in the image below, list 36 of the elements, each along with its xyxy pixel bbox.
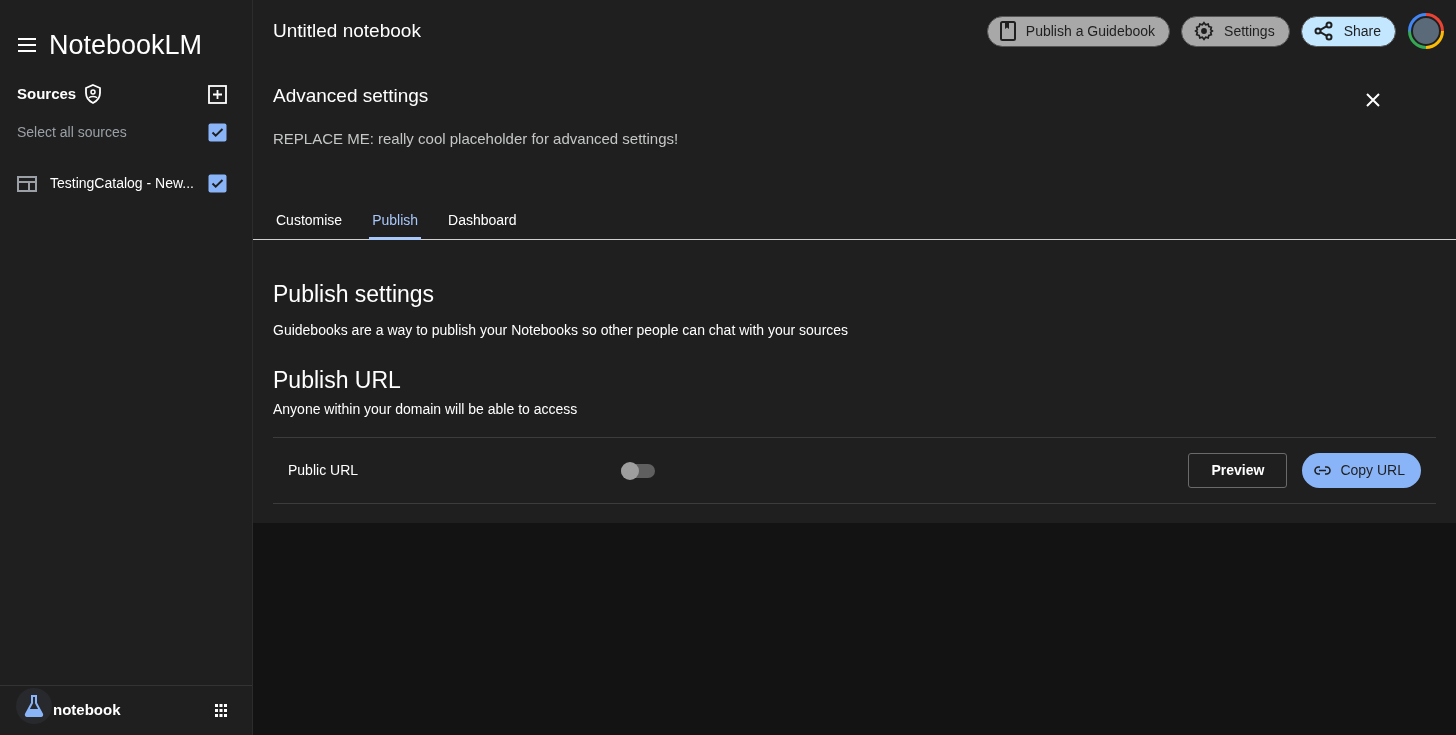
share-button[interactable]: Share <box>1300 15 1396 47</box>
toggle-switch[interactable] <box>621 460 657 481</box>
gear-icon <box>1194 21 1215 41</box>
shield-icon <box>84 84 103 105</box>
app-title: NotebookLM <box>49 28 203 62</box>
panel-description: REPLACE ME: really cool placeholder for advanced settings! <box>272 128 680 149</box>
source-title[interactable]: TestingCatalog - New... <box>50 173 194 194</box>
tab[interactable]: Customise <box>273 200 346 240</box>
avatar[interactable] <box>1408 13 1444 49</box>
publish-guidebook-button[interactable]: Publish a Guidebook <box>986 15 1171 47</box>
panel-title: Advanced settings <box>273 84 429 108</box>
apps-grid-icon[interactable] <box>215 704 227 717</box>
copy-url-button[interactable]: Copy URL <box>1302 453 1421 488</box>
public-url-label: Public URL <box>288 461 360 480</box>
section-title: Publish settings <box>273 280 436 309</box>
section-title: Publish URL <box>273 365 402 395</box>
section-description: Anyone within your domain will be able to access <box>273 400 579 419</box>
book-icon <box>999 21 1016 41</box>
add-source-icon[interactable] <box>208 84 227 104</box>
share-icon <box>1313 21 1334 41</box>
close-icon[interactable] <box>1366 93 1380 107</box>
link-icon <box>1314 466 1332 475</box>
checkbox[interactable] <box>208 122 227 142</box>
notebook-title: Untitled notebook <box>273 18 421 43</box>
sources-heading: Sources <box>17 84 77 104</box>
section-description: Guidebooks are a way to publish your Notebooks so other people can chat with your sources <box>273 320 850 340</box>
document-icon <box>17 175 37 192</box>
footer-label: notebook <box>53 700 121 721</box>
checkbox[interactable] <box>208 174 227 193</box>
menu-icon[interactable] <box>17 38 37 52</box>
flask-icon[interactable] <box>16 687 52 724</box>
select-all-label: Select all sources <box>17 122 127 142</box>
tab[interactable]: Dashboard <box>445 200 520 240</box>
settings-button[interactable]: Settings <box>1181 15 1290 47</box>
preview-button[interactable]: Preview <box>1188 453 1288 488</box>
tab[interactable]: Publish <box>369 200 422 240</box>
